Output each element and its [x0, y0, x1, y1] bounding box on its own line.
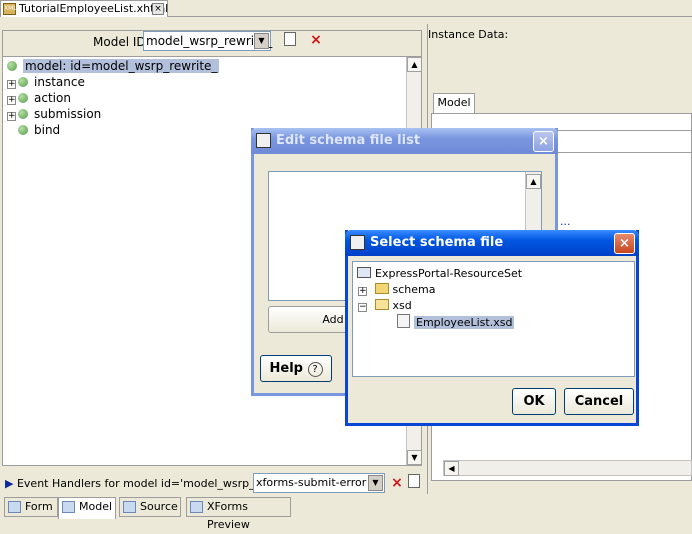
tree-item-bind[interactable]: bind	[18, 122, 60, 138]
node-icon	[18, 125, 28, 135]
event-handler-label: ▶ Event Handlers for model id='model_wsr…	[5, 477, 276, 490]
add-event-button[interactable]	[405, 474, 423, 492]
collapse-triangle-icon[interactable]: ▶	[5, 477, 13, 490]
select-schema-title: Select schema file	[370, 235, 504, 250]
select-schema-dialog: Select schema file × ExpressPortal-Resou…	[345, 230, 639, 426]
file-label: EmployeeList.xsd	[414, 316, 515, 329]
chevron-down-icon[interactable]: ▼	[368, 475, 383, 491]
folder-label: xsd	[392, 299, 412, 312]
help-button-label: Help	[269, 361, 303, 376]
add-button-label: Add	[322, 313, 344, 326]
tree-item-label: instance	[34, 75, 85, 89]
ok-button[interactable]: OK	[512, 388, 556, 415]
help-button[interactable]: Help ?	[260, 355, 332, 382]
schema-app-icon	[350, 235, 365, 250]
tab-label: Source	[140, 500, 178, 513]
model-id-label: Model ID:	[93, 35, 150, 49]
instance-hscrollbar[interactable]: ◀	[443, 460, 692, 476]
tab-model[interactable]: Model	[58, 497, 116, 519]
help-icon: ?	[307, 362, 323, 377]
tree-item-submission[interactable]: + submission	[7, 106, 101, 122]
computer-icon	[357, 267, 371, 278]
select-schema-titlebar[interactable]: Select schema file ×	[345, 230, 639, 256]
collapse-icon[interactable]: −	[358, 303, 367, 312]
tab-label: Model	[79, 500, 113, 513]
source-icon	[123, 501, 136, 513]
tree-item-instance[interactable]: + instance	[7, 74, 85, 90]
cancel-button-label: Cancel	[574, 394, 624, 409]
schema-tree[interactable]: ExpressPortal-ResourceSet + schema − xsd…	[352, 261, 635, 377]
tree-root-label: model: id=model_wsrp_rewrite_	[23, 59, 220, 73]
xhtml-file-icon: XML	[3, 3, 17, 15]
cancel-button[interactable]: Cancel	[564, 388, 634, 415]
event-select-value: xforms-submit-error	[256, 476, 367, 489]
model-id-select[interactable]: model_wsrp_rewrite_ ▼	[143, 31, 272, 51]
model-node-icon	[7, 61, 17, 71]
node-icon	[18, 77, 28, 87]
scroll-left-icon[interactable]: ◀	[444, 461, 459, 476]
model-icon	[62, 501, 75, 513]
chevron-down-icon[interactable]: ▼	[254, 33, 269, 49]
resource-set-label: ExpressPortal-ResourceSet	[375, 267, 523, 280]
tab-instance-model[interactable]: Model	[433, 93, 475, 113]
close-icon[interactable]: ×	[533, 131, 554, 152]
delete-model-button[interactable]: ×	[307, 31, 325, 49]
scroll-up-icon[interactable]: ▲	[407, 57, 422, 72]
schema-app-icon	[256, 133, 271, 148]
tree-file-employeelist[interactable]: EmployeeList.xsd	[397, 314, 515, 330]
form-icon	[8, 501, 21, 513]
tree-item-label: action	[34, 91, 71, 105]
tab-form[interactable]: Form	[4, 497, 58, 517]
xsd-file-icon	[397, 314, 410, 328]
delete-event-button[interactable]: ×	[388, 474, 406, 492]
scroll-up-icon[interactable]: ▲	[526, 174, 541, 189]
event-select[interactable]: xforms-submit-error ▼	[253, 473, 385, 493]
editor-tab-title: TutorialEmployeeList.xhtml	[19, 2, 169, 15]
folder-icon	[374, 283, 389, 294]
tree-folder-xsd[interactable]: − xsd	[358, 298, 412, 314]
tree-root-resource-set[interactable]: ExpressPortal-ResourceSet	[357, 266, 522, 282]
node-icon	[18, 93, 28, 103]
expand-icon[interactable]: +	[358, 287, 367, 296]
tree-item-action[interactable]: + action	[7, 90, 71, 106]
tab-label: Form	[25, 500, 53, 513]
instance-data-label: Instance Data:	[428, 28, 509, 41]
event-handler-text: Event Handlers for model id='model_wsrp_…	[16, 477, 277, 490]
tree-item-label: submission	[34, 107, 102, 121]
expand-icon[interactable]: +	[7, 112, 16, 121]
tree-item-label: bind	[34, 123, 61, 137]
tree-root[interactable]: model: id=model_wsrp_rewrite_	[7, 58, 220, 74]
tab-label: XForms Preview	[207, 500, 250, 531]
preview-icon	[190, 501, 203, 513]
expand-icon[interactable]: +	[7, 80, 16, 89]
open-folder-icon	[374, 299, 389, 310]
new-document-icon	[284, 32, 296, 46]
scroll-down-icon[interactable]: ▼	[407, 450, 422, 465]
tree-folder-schema[interactable]: + schema	[358, 282, 435, 298]
node-icon	[18, 109, 28, 119]
expand-icon[interactable]: +	[7, 96, 16, 105]
ok-button-label: OK	[523, 394, 545, 409]
instance-link[interactable]: ...	[560, 215, 571, 228]
folder-label: schema	[392, 283, 436, 296]
new-document-icon	[408, 474, 420, 488]
edit-schema-titlebar[interactable]: Edit schema file list ×	[251, 128, 558, 154]
tab-xforms-preview[interactable]: XForms Preview	[186, 497, 291, 531]
close-tab-icon[interactable]: ×	[152, 3, 164, 15]
new-model-button[interactable]	[281, 32, 299, 50]
edit-schema-title: Edit schema file list	[276, 133, 421, 148]
editor-tab[interactable]: XML TutorialEmployeeList.xhtml ×	[0, 0, 168, 17]
tab-source[interactable]: Source	[119, 497, 181, 517]
close-icon[interactable]: ×	[614, 233, 635, 254]
